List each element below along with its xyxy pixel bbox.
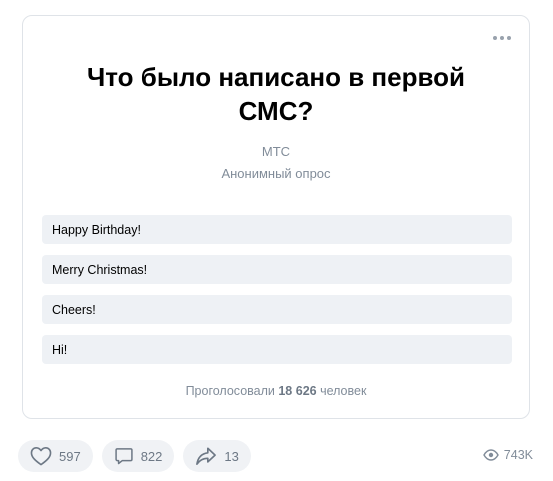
votes-summary[interactable]: Проголосовали 18 626 человек	[23, 384, 529, 398]
share-count: 13	[224, 448, 239, 464]
poll-option-label: Cheers!	[52, 302, 96, 317]
votes-suffix: человек	[320, 384, 367, 398]
post-action-bar: 597 822 13	[18, 440, 251, 472]
eye-icon	[482, 449, 499, 461]
poll-option-label: Happy Birthday!	[52, 222, 141, 237]
share-icon	[196, 447, 217, 465]
poll-type: Анонимный опрос	[221, 166, 331, 181]
poll-author[interactable]: МТС	[23, 144, 529, 159]
poll-option-label: Hi!	[52, 342, 68, 357]
comment-button[interactable]: 822	[101, 440, 175, 472]
views-count: 743K	[503, 448, 533, 462]
votes-prefix: Проголосовали	[185, 384, 275, 398]
heart-icon	[30, 447, 52, 466]
views-counter: 743K	[482, 448, 533, 462]
poll-option[interactable]: Hi!	[42, 335, 512, 364]
more-dot	[507, 36, 511, 40]
more-options-button[interactable]	[490, 28, 514, 48]
like-count: 597	[59, 448, 81, 464]
poll-card: Что было написано в первой СМС? МТС Анон…	[22, 15, 530, 419]
like-button[interactable]: 597	[18, 440, 93, 472]
poll-option-label: Merry Christmas!	[52, 262, 148, 277]
more-horizontal-icon	[493, 36, 497, 40]
more-dot	[500, 36, 504, 40]
poll-options: Happy Birthday! Merry Christmas! Cheers!…	[42, 215, 512, 375]
poll-title: Что было написано в первой СМС?	[87, 62, 465, 126]
poll-option[interactable]: Cheers!	[42, 295, 512, 324]
comment-count: 822	[140, 448, 163, 464]
comment-icon	[115, 448, 133, 465]
share-button[interactable]: 13	[183, 440, 251, 472]
votes-count: 18 626	[278, 384, 317, 398]
poll-option[interactable]: Merry Christmas!	[42, 255, 512, 284]
poll-option[interactable]: Happy Birthday!	[42, 215, 512, 244]
